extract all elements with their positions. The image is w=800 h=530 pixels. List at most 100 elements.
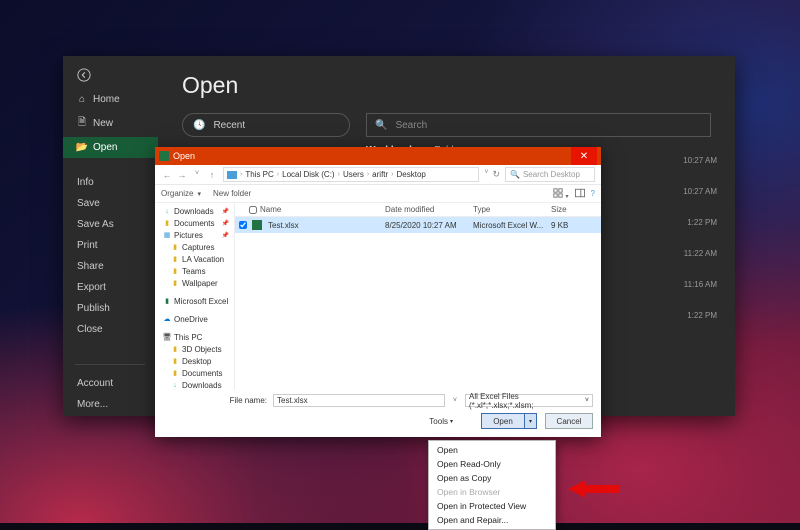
chevron-down-icon: ˅ [585, 397, 589, 404]
sidebar-item-label: Home [93, 94, 120, 105]
file-type-filter[interactable]: All Excel Files (*.xl*;*.xlsx;*.xlsm;˅ [465, 394, 593, 407]
tree-item-this-pc[interactable]: 🖥This PC [155, 331, 234, 343]
sidebar-item-new[interactable]: 🗎New [63, 110, 158, 137]
address-bar[interactable]: › This PC › Local Disk (C:) › Users › ar… [223, 167, 479, 182]
sidebar-item-label: Print [77, 240, 98, 251]
open-button-dropdown[interactable]: ▾ [525, 413, 537, 429]
tree-item-pictures[interactable]: ▦Pictures [155, 229, 234, 241]
nav-back[interactable]: ← [161, 170, 173, 180]
search-icon: 🔍 [375, 120, 387, 131]
folder-icon: ▮ [171, 243, 179, 251]
view-options-button[interactable]: ▾ [553, 188, 568, 200]
tree-item-3d-objects[interactable]: ▮3D Objects [155, 343, 234, 355]
file-list-header: Name Date modified Type Size [235, 203, 601, 217]
preview-pane-button[interactable] [575, 188, 585, 200]
chevron-right-icon: › [240, 171, 242, 178]
menu-item-open-protected-view[interactable]: Open in Protected View [429, 499, 555, 513]
documents-icon: ▮ [163, 219, 171, 227]
sidebar-item-account[interactable]: Account [75, 373, 145, 394]
sidebar-item-save[interactable]: Save [63, 193, 158, 214]
sidebar-item-more[interactable]: More... [75, 394, 145, 415]
sidebar-item-home[interactable]: ⌂ Home [63, 89, 158, 110]
recent-time: 10:27 AM [637, 187, 717, 196]
home-icon: ⌂ [77, 94, 87, 105]
pane-icon [575, 188, 585, 198]
col-date-label[interactable]: Date modified [385, 205, 473, 214]
sidebar-item-share[interactable]: Share [63, 256, 158, 277]
col-name-label[interactable]: Name [260, 205, 281, 214]
sidebar-item-export[interactable]: Export [63, 277, 158, 298]
breadcrumb-part[interactable]: Local Disk (C:) [282, 170, 334, 179]
pc-icon: 🖥 [163, 333, 171, 341]
sidebar-item-save-as[interactable]: Save As [63, 214, 158, 235]
file-row[interactable]: Test.xlsx 8/25/2020 10:27 AM Microsoft E… [235, 217, 601, 233]
menu-item-open-and-repair[interactable]: Open and Repair... [429, 513, 555, 527]
nav-history[interactable]: ˅ [191, 170, 203, 180]
dialog-search[interactable]: 🔍 Search Desktop [505, 167, 595, 182]
excel-icon: ▮ [163, 297, 171, 305]
breadcrumb-part[interactable]: This PC [245, 170, 273, 179]
col-size-label[interactable]: Size [551, 205, 601, 214]
chevron-down-icon: ▾ [450, 418, 453, 425]
file-name-input[interactable]: Test.xlsx [273, 394, 445, 407]
chevron-down-icon: ▾ [529, 418, 532, 425]
select-all-checkbox[interactable] [249, 206, 257, 214]
tree-item-la-vacation[interactable]: ▮LA Vacation [155, 253, 234, 265]
sidebar-item-print[interactable]: Print [63, 235, 158, 256]
refresh-button[interactable]: ↻ [492, 169, 500, 180]
sidebar-item-publish[interactable]: Publish [63, 298, 158, 319]
sidebar-item-label: Export [77, 282, 106, 293]
help-button[interactable]: ? [591, 189, 595, 198]
sidebar-item-close[interactable]: Close [63, 319, 158, 340]
tree-item-desktop[interactable]: ▮Desktop [155, 355, 234, 367]
breadcrumb-part[interactable]: Desktop [397, 170, 426, 179]
menu-item-open-as-copy[interactable]: Open as Copy [429, 471, 555, 485]
col-type-label[interactable]: Type [473, 205, 551, 214]
view-icon [553, 188, 563, 198]
recent-pill[interactable]: 🕓 Recent [182, 113, 350, 137]
file-checkbox[interactable] [239, 221, 247, 229]
sidebar-item-open[interactable]: 📂Open [63, 137, 158, 158]
tree-item-onedrive[interactable]: ☁OneDrive [155, 313, 234, 325]
dialog-toolbar: Organize ▾ New folder ▾ ? [155, 185, 601, 203]
tree-item-downloads[interactable]: ↓Downloads [155, 205, 234, 217]
tree-item-captures[interactable]: ▮Captures [155, 241, 234, 253]
folder-tree[interactable]: ↓Downloads ▮Documents ▦Pictures ▮Capture… [155, 203, 235, 396]
sidebar-item-info[interactable]: Info [63, 172, 158, 193]
open-button[interactable]: Open [481, 413, 525, 429]
breadcrumb-part[interactable]: Users [343, 170, 364, 179]
dialog-title: Open [173, 151, 195, 161]
tree-item-wallpaper[interactable]: ▮Wallpaper [155, 277, 234, 289]
downloads-icon: ↓ [163, 207, 171, 215]
file-size-cell: 9 KB [551, 221, 601, 230]
tree-item-documents[interactable]: ▮Documents [155, 217, 234, 229]
dialog-titlebar[interactable]: Open ✕ [155, 147, 601, 165]
tree-item-teams[interactable]: ▮Teams [155, 265, 234, 277]
file-type-cell: Microsoft Excel W... [473, 221, 551, 230]
menu-item-open[interactable]: Open [429, 443, 555, 457]
breadcrumb-part[interactable]: ariftr [372, 170, 388, 179]
chevron-right-icon: › [277, 171, 279, 178]
new-folder-button[interactable]: New folder [213, 189, 251, 198]
nav-forward[interactable]: → [176, 170, 188, 180]
tools-dropdown[interactable]: Tools▾ [429, 417, 453, 426]
close-icon: ✕ [580, 151, 588, 162]
open-button-menu: Open Open Read-Only Open as Copy Open in… [428, 440, 556, 530]
menu-item-open-read-only[interactable]: Open Read-Only [429, 457, 555, 471]
file-name-dropdown[interactable]: ˅ [451, 397, 459, 404]
back-arrow-icon [77, 68, 91, 82]
sidebar-item-label: Account [77, 378, 113, 389]
search-placeholder: Search [395, 120, 427, 131]
dialog-close-button[interactable]: ✕ [571, 147, 597, 165]
back-button[interactable] [63, 56, 158, 89]
sidebar-item-label: Save As [77, 219, 114, 230]
recent-time: 1:22 PM [637, 311, 717, 320]
organize-button[interactable]: Organize [161, 189, 193, 198]
tree-item-excel[interactable]: ▮Microsoft Excel [155, 295, 234, 307]
breadcrumb-dropdown[interactable]: ˅ [484, 169, 488, 180]
nav-up[interactable]: ↑ [206, 170, 218, 180]
tree-item-documents2[interactable]: ▮Documents [155, 367, 234, 379]
search-box[interactable]: 🔍 Search [366, 113, 711, 137]
cancel-button[interactable]: Cancel [545, 413, 593, 429]
new-icon: 🗎 [77, 115, 87, 132]
